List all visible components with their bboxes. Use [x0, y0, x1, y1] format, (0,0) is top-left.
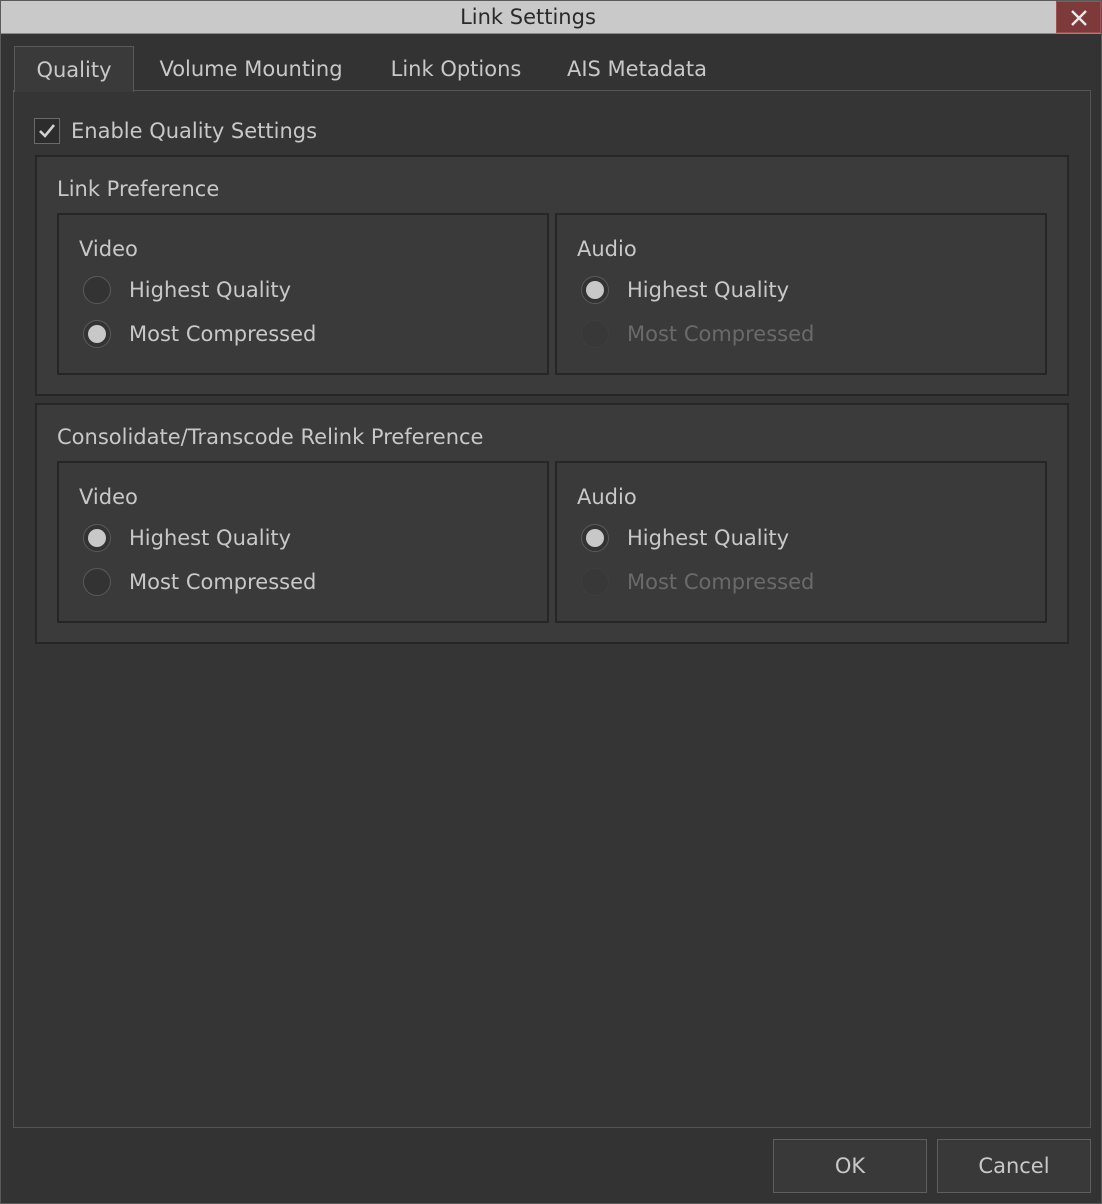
- close-button[interactable]: [1056, 1, 1101, 33]
- link-video-highest-quality-radio[interactable]: Highest Quality: [83, 275, 291, 305]
- relink-audio-highest-quality-radio[interactable]: Highest Quality: [581, 523, 789, 553]
- tab-quality[interactable]: Quality: [14, 46, 134, 92]
- tab-ais-metadata[interactable]: AIS Metadata: [556, 46, 718, 92]
- radio-label: Most Compressed: [129, 570, 317, 594]
- enable-quality-settings-checkbox[interactable]: Enable Quality Settings: [34, 116, 317, 146]
- checkmark-icon: [39, 124, 56, 138]
- link-video-title: Video: [79, 237, 138, 261]
- relink-video-most-compressed-radio[interactable]: Most Compressed: [83, 567, 316, 597]
- close-icon: [1071, 10, 1087, 26]
- relink-audio-title: Audio: [577, 485, 637, 509]
- link-settings-dialog: Link Settings Quality Volume Mounting Li…: [0, 0, 1102, 1204]
- relink-audio-most-compressed-radio: Most Compressed: [581, 567, 814, 597]
- link-video-group: Video Highest Quality Most Compressed: [57, 213, 549, 375]
- radio-indicator[interactable]: [83, 320, 111, 348]
- radio-label: Most Compressed: [627, 322, 815, 346]
- relink-preference-group: Consolidate/Transcode Relink Preference …: [35, 403, 1069, 644]
- relink-video-group: Video Highest Quality Most Compressed: [57, 461, 549, 623]
- relink-video-highest-quality-radio[interactable]: Highest Quality: [83, 523, 291, 553]
- radio-indicator: [581, 568, 609, 596]
- link-audio-highest-quality-radio[interactable]: Highest Quality: [581, 275, 789, 305]
- radio-label: Highest Quality: [627, 278, 790, 302]
- radio-label: Highest Quality: [627, 526, 790, 550]
- radio-label: Most Compressed: [627, 570, 815, 594]
- radio-label: Highest Quality: [129, 526, 292, 550]
- radio-indicator[interactable]: [581, 524, 609, 552]
- relink-audio-group: Audio Highest Quality Most Compressed: [555, 461, 1047, 623]
- tab-volume-mounting[interactable]: Volume Mounting: [145, 46, 357, 92]
- relink-video-title: Video: [79, 485, 138, 509]
- link-preference-group: Link Preference Video Highest Quality Mo…: [35, 155, 1069, 396]
- relink-preference-title: Consolidate/Transcode Relink Preference: [57, 425, 484, 449]
- link-video-most-compressed-radio[interactable]: Most Compressed: [83, 319, 316, 349]
- radio-label: Highest Quality: [129, 278, 292, 302]
- ok-button[interactable]: OK: [773, 1139, 927, 1193]
- radio-indicator[interactable]: [581, 276, 609, 304]
- link-audio-most-compressed-radio: Most Compressed: [581, 319, 814, 349]
- link-audio-title: Audio: [577, 237, 637, 261]
- radio-indicator[interactable]: [83, 568, 111, 596]
- window-title: Link Settings: [460, 5, 596, 29]
- title-bar: Link Settings: [1, 1, 1101, 34]
- cancel-button[interactable]: Cancel: [937, 1139, 1091, 1193]
- radio-indicator[interactable]: [83, 276, 111, 304]
- checkbox-box[interactable]: [34, 118, 60, 144]
- radio-indicator[interactable]: [83, 524, 111, 552]
- link-preference-title: Link Preference: [57, 177, 220, 201]
- link-audio-group: Audio Highest Quality Most Compressed: [555, 213, 1047, 375]
- enable-quality-settings-label: Enable Quality Settings: [71, 119, 318, 143]
- tab-link-options[interactable]: Link Options: [377, 46, 535, 92]
- radio-indicator: [581, 320, 609, 348]
- radio-label: Most Compressed: [129, 322, 317, 346]
